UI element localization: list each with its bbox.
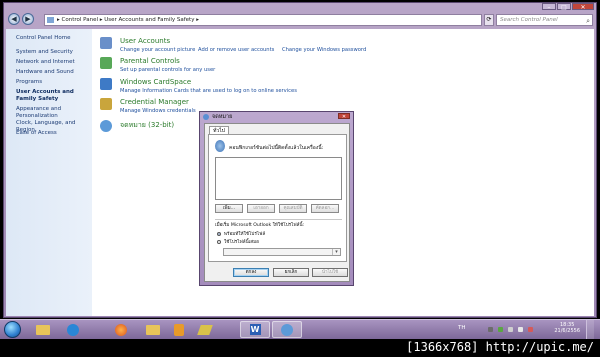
radio-selected-icon — [217, 231, 221, 236]
profile-dropdown[interactable]: ▾ — [223, 248, 341, 256]
sidebar-item-ease-of-access[interactable]: Ease of Access — [16, 130, 90, 137]
taskbar-ie[interactable] — [58, 321, 88, 338]
address-bar[interactable]: ▸ Control Panel ▸ User Accounts and Fami… — [44, 14, 482, 26]
forward-button[interactable]: ▶ — [22, 13, 34, 25]
mail-icon — [100, 120, 112, 132]
sidebar: Control Panel Home System and Security N… — [6, 29, 92, 316]
mail-icon — [203, 114, 209, 120]
category-title[interactable]: จดหมาย (32-bit) — [120, 120, 174, 131]
category-title[interactable]: Credential Manager — [120, 98, 189, 106]
add-button[interactable]: เพิ่ม... — [215, 204, 243, 213]
taskbar-mail[interactable] — [272, 321, 302, 338]
taskbar-word[interactable]: W — [240, 321, 270, 338]
ie-icon — [67, 323, 79, 336]
cancel-button[interactable]: ยกเลิก — [273, 268, 309, 277]
properties-button[interactable]: คุณสมบัติ — [279, 204, 307, 213]
desktop-screen: – □ ✕ ◀ ▶ ▸ Control Panel ▸ User Account… — [0, 0, 600, 357]
dialog-close-button[interactable]: ✕ — [338, 113, 350, 120]
profiles-label: คอนฟิกเกอร์ชันต่อไปนี้ติดตั้งแล้วในเครื่… — [229, 145, 324, 151]
search-placeholder: Search Control Panel — [500, 17, 558, 23]
folder-icon — [146, 324, 160, 335]
cardspace-icon — [100, 78, 112, 90]
sidebar-item-network[interactable]: Network and Internet — [16, 59, 90, 66]
sidebar-item-user-accounts[interactable]: User Accounts and Family Safety — [16, 89, 90, 103]
clock-date: 21/6/2556 — [554, 328, 580, 334]
category-title[interactable]: User Accounts — [120, 37, 170, 45]
link-add-remove-users[interactable]: Add or remove user accounts — [198, 47, 274, 53]
users-icon — [100, 37, 112, 49]
breadcrumb: ▸ Control Panel ▸ User Accounts and Fami… — [57, 17, 199, 23]
start-button[interactable] — [4, 321, 21, 338]
folder-icon — [36, 324, 50, 335]
show-hidden-icon[interactable] — [488, 327, 493, 332]
link-manage-info-cards[interactable]: Manage Information Cards that are used t… — [120, 88, 297, 94]
link-manage-credentials[interactable]: Manage Windows credentials — [120, 108, 196, 114]
taskbar-explorer[interactable] — [28, 321, 58, 338]
navigation-bar: ◀ ▶ ▸ Control Panel ▸ User Accounts and … — [6, 12, 594, 29]
maximize-button[interactable]: □ — [557, 3, 571, 11]
mail-setup-dialog: จดหมาย ✕ ทั่วไป คอนฟิกเกอร์ชันต่อไปนี้ติ… — [199, 111, 354, 286]
firefox-icon — [115, 323, 127, 336]
category-title[interactable]: Parental Controls — [120, 57, 180, 65]
credential-manager-icon — [100, 98, 112, 110]
radio-unselected-icon — [217, 239, 221, 244]
sidebar-item-hardware[interactable]: Hardware and Sound — [16, 69, 90, 76]
search-input[interactable]: Search Control Panel ⌕ — [496, 14, 593, 26]
network-icon[interactable] — [508, 327, 513, 332]
security-icon[interactable] — [498, 327, 503, 332]
separator — [215, 219, 342, 220]
radio-always-use[interactable]: ใช้โปรไฟล์นี้เสมอ — [217, 239, 259, 246]
taskbar-winamp[interactable] — [190, 321, 220, 338]
minimize-button[interactable]: – — [542, 3, 556, 11]
show-desktop-button[interactable] — [586, 320, 594, 340]
search-icon: ⌕ — [586, 17, 590, 25]
tab-panel: คอนฟิกเกอร์ชันต่อไปนี้ติดตั้งแล้วในเครื่… — [208, 134, 347, 262]
radio-prompt-profile[interactable]: พร้อมท์ให้ใช้โปรไฟล์ — [217, 231, 265, 238]
sidebar-item-home[interactable]: Control Panel Home — [16, 35, 90, 42]
back-button[interactable]: ◀ — [8, 13, 20, 25]
winamp-icon — [197, 324, 213, 335]
profiles-icon — [215, 140, 225, 152]
parental-controls-icon — [100, 57, 112, 69]
sidebar-item-appearance[interactable]: Appearance and Personalization — [16, 106, 90, 120]
word-icon: W — [249, 324, 261, 335]
window-controls: – □ ✕ — [542, 3, 594, 11]
ok-button[interactable]: ตกลง — [233, 268, 269, 277]
link-change-picture[interactable]: Change your account picture — [120, 47, 195, 53]
taskbar: W TH 18:35 21/6/2556 — [0, 319, 600, 340]
sidebar-item-system-security[interactable]: System and Security — [16, 49, 90, 56]
profiles-list[interactable] — [215, 157, 342, 200]
chevron-down-icon: ▾ — [332, 249, 340, 255]
watermark-bar: [1366x768] http://upic.me/ — [0, 339, 600, 357]
media-player-icon — [174, 323, 184, 336]
apply-button[interactable]: นำไปใช้ — [312, 268, 348, 277]
title-bar[interactable]: – □ ✕ — [4, 3, 596, 12]
notification-icon[interactable] — [528, 327, 533, 332]
remove-button[interactable]: เอาออก — [247, 204, 275, 213]
volume-icon[interactable] — [518, 327, 523, 332]
category-title[interactable]: Windows CardSpace — [120, 78, 191, 86]
clock[interactable]: 18:35 21/6/2556 — [554, 322, 580, 334]
mail-icon — [281, 323, 293, 336]
language-indicator[interactable]: TH — [458, 325, 466, 331]
radio-prompt-label: พร้อมท์ให้ใช้โปรไฟล์ — [224, 232, 266, 237]
startup-label: เมื่อเริ่ม Microsoft Outlook ให้ใช้โปรไฟ… — [215, 223, 305, 228]
watermark-text: [1366x768] http://upic.me/ — [406, 340, 594, 354]
link-setup-parental-controls[interactable]: Set up parental controls for any user — [120, 67, 215, 73]
system-tray: TH 18:35 21/6/2556 — [454, 320, 594, 340]
copy-button[interactable]: คัดลอก... — [311, 204, 339, 213]
dialog-title: จดหมาย — [212, 114, 233, 120]
refresh-button[interactable]: ⟳ — [484, 14, 494, 26]
radio-always-label: ใช้โปรไฟล์นี้เสมอ — [224, 240, 259, 245]
link-change-password[interactable]: Change your Windows password — [282, 47, 366, 53]
sidebar-item-programs[interactable]: Programs — [16, 79, 90, 86]
dialog-body: ทั่วไป คอนฟิกเกอร์ชันต่อไปนี้ติดตั้งแล้ว… — [204, 123, 350, 282]
taskbar-firefox[interactable] — [106, 321, 136, 338]
folder-icon — [47, 17, 54, 23]
close-button[interactable]: ✕ — [572, 3, 594, 11]
